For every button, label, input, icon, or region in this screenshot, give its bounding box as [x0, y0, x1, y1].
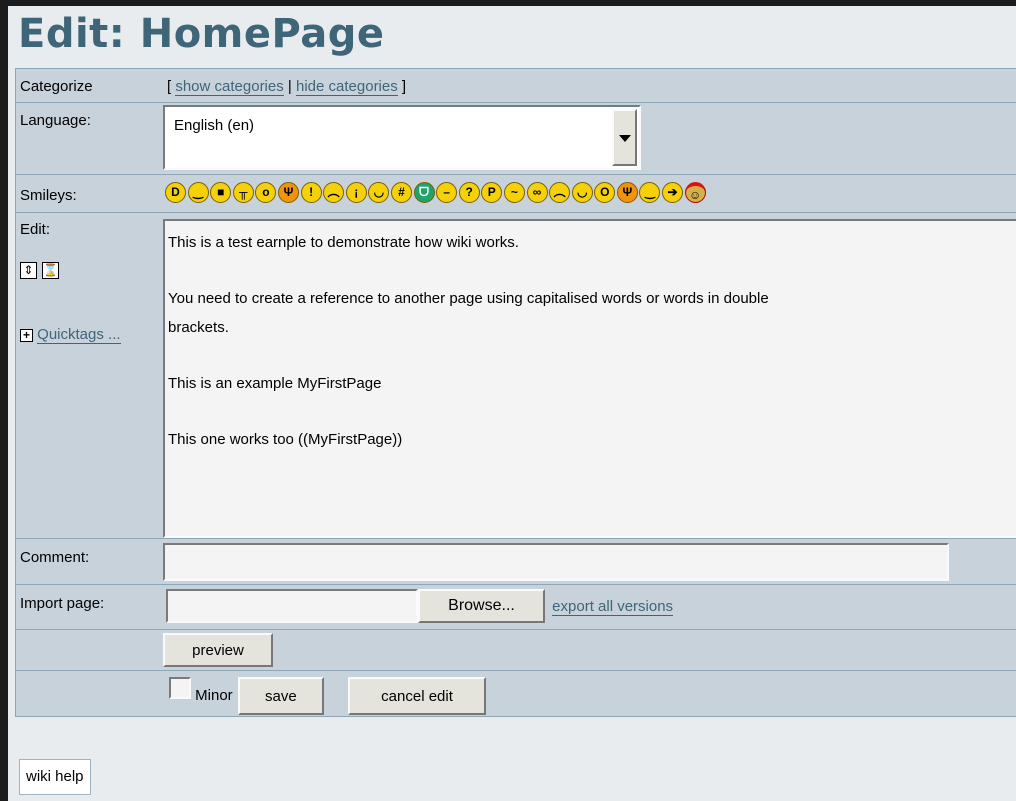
smileys-cell: D ‿ ■ ╥ o Ψ! ︵ ¡ ◡ # ᗜ –? P ~ ∞ ︵ ◡ O Ψ ‿ ➔ ☺ [163, 174, 1016, 213]
edit-text-line: This is a test earnple to demonstrate ho… [168, 234, 519, 251]
minor-checkbox[interactable] [169, 677, 191, 699]
smiley-razz-icon[interactable]: P [481, 182, 503, 203]
edit-text-line: This is an example MyFirstPage [168, 375, 382, 393]
smiley-lol-icon[interactable]: ◡ [368, 182, 390, 203]
language-cell: English (en) [163, 102, 1016, 175]
edit-tools: ⇕ ⌛ [20, 261, 163, 279]
quicktags-link[interactable]: Quicktags ... [37, 326, 121, 344]
smiley-evil-icon[interactable]: Ψ [277, 182, 299, 203]
edit-cell: This is a test earnple to demonstrate ho… [163, 212, 1016, 539]
smileys-label-cell: Smileys: [15, 174, 163, 213]
cancel-edit-button[interactable]: cancel edit [348, 677, 487, 715]
smiley-arrow-icon[interactable]: ➔ [662, 182, 684, 203]
categorize-cell: [ show categories | hide categories ] [163, 68, 1016, 103]
import-label-cell: Import page: [15, 584, 163, 630]
smiley-santa-icon[interactable]: ☺ [684, 182, 706, 203]
save-cell: Minor save cancel edit [163, 670, 1016, 717]
import-cell: Browse... export all versions [163, 584, 1016, 630]
language-label: Language: [20, 112, 91, 129]
comment-label: Comment: [20, 549, 90, 566]
edit-textarea[interactable]: This is a test earnple to demonstrate ho… [163, 219, 1016, 538]
smiley-rolleyes-icon[interactable]: ∞ [526, 182, 548, 203]
expand-icon[interactable]: + [20, 329, 33, 342]
hourglass-icon[interactable]: ⌛ [42, 262, 59, 279]
preview-label-cell [15, 629, 163, 671]
comment-label-cell: Comment: [15, 538, 163, 585]
smileys-label: Smileys: [20, 187, 77, 204]
language-label-cell: Language: [15, 102, 163, 175]
edit-text-line: You need to create a reference to anothe… [168, 290, 769, 308]
separator: | [287, 78, 292, 95]
categorize-label: Categorize [20, 78, 93, 95]
chevron-down-icon [619, 135, 631, 142]
smiley-exclaim-icon[interactable]: ! [300, 182, 322, 203]
edit-page: Edit: HomePage Categorize [ show categor… [8, 6, 1016, 801]
smiley-biggrin-icon[interactable]: D [165, 182, 186, 203]
hide-categories-link[interactable]: hide categories [296, 78, 398, 96]
smiley-eek-icon[interactable]: o [255, 182, 277, 203]
smiley-surprised-icon[interactable]: O [594, 182, 616, 203]
import-label: Import page: [20, 595, 105, 612]
edit-form: Categorize [ show categories | hide cate… [15, 68, 1016, 717]
edit-text-line: brackets. [168, 318, 229, 336]
smiley-wink-icon[interactable]: ‿ [639, 182, 661, 203]
save-label-cell [15, 670, 163, 717]
categorize-label-cell: Categorize [15, 68, 163, 103]
wiki-help-link[interactable]: wiki help [19, 759, 91, 795]
edit-text-line [168, 398, 1012, 426]
smiley-cool-icon[interactable]: ■ [210, 182, 232, 203]
edit-label: Edit: [20, 221, 51, 238]
browse-button[interactable]: Browse... [418, 589, 545, 623]
smiley-neutral-icon[interactable]: – [436, 182, 458, 203]
export-all-versions-link[interactable]: export all versions [552, 597, 674, 616]
import-file-input[interactable] [166, 589, 418, 623]
smiley-bar: D ‿ ■ ╥ o Ψ! ︵ ¡ ◡ # ᗜ –? P ~ ∞ ︵ ◡ O Ψ ‿ ➔ ☺ [163, 175, 1016, 203]
bracket-close: ] [401, 78, 407, 95]
minor-label: Minor [195, 687, 233, 704]
preview-cell: preview [163, 629, 1016, 671]
quicktags-toggle[interactable]: + Quicktags ... [20, 326, 163, 344]
page-title: Edit: HomePage [18, 11, 385, 57]
show-categories-link[interactable]: show categories [175, 78, 284, 96]
comment-input[interactable] [163, 543, 949, 581]
edit-label-cell: Edit: ⇕ ⌛ + Quicktags ... [15, 212, 163, 539]
save-button[interactable]: save [237, 677, 324, 715]
edit-text-line [168, 342, 1012, 370]
smiley-sad-icon[interactable]: ︵ [549, 182, 571, 203]
bracket-open: [ [167, 78, 172, 95]
smiley-smile-icon[interactable]: ‿ [187, 182, 209, 203]
smiley-twisted-icon[interactable]: Ψ [616, 182, 638, 203]
resize-textarea-icon[interactable]: ⇕ [20, 262, 37, 279]
edit-text-line [168, 257, 1012, 285]
smiley-idea-icon[interactable]: ¡ [345, 182, 367, 203]
language-select[interactable]: English (en) [163, 105, 641, 170]
preview-button[interactable]: preview [163, 633, 273, 667]
smiley-cry-icon[interactable]: ╥ [232, 182, 254, 203]
dropdown-arrow-button[interactable] [612, 109, 637, 166]
language-selected-value: English (en) [174, 117, 255, 134]
smiley-mrgreen-icon[interactable]: ᗜ [413, 182, 435, 203]
edit-text-line: This one works too ((MyFirstPage)) [168, 431, 403, 449]
smiley-mad-icon[interactable]: # [390, 182, 412, 203]
comment-cell [163, 538, 1016, 585]
smiley-smile2-icon[interactable]: ◡ [571, 182, 593, 203]
smiley-redface-icon[interactable]: ~ [503, 182, 525, 203]
smiley-question-icon[interactable]: ? [458, 182, 480, 203]
smiley-frown-icon[interactable]: ︵ [323, 182, 345, 203]
